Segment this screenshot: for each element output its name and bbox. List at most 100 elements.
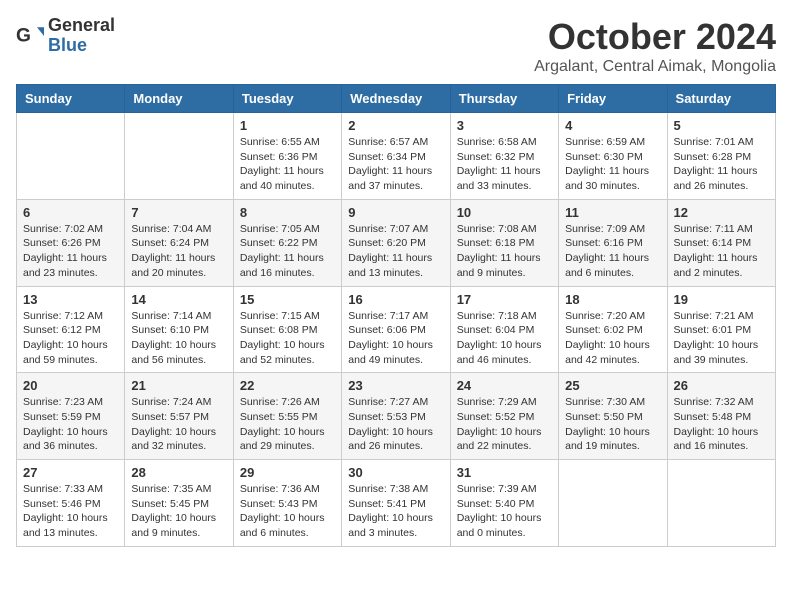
calendar-cell: 4 Sunrise: 6:59 AMSunset: 6:30 PMDaylight…	[559, 113, 667, 200]
day-info: Sunrise: 7:18 AMSunset: 6:04 PMDaylight:…	[457, 309, 552, 368]
day-number: 22	[240, 378, 335, 393]
day-info: Sunrise: 7:08 AMSunset: 6:18 PMDaylight:…	[457, 222, 552, 281]
day-number: 12	[674, 205, 769, 220]
logo: G General Blue	[16, 16, 115, 56]
day-number: 5	[674, 118, 769, 133]
calendar-cell	[17, 113, 125, 200]
calendar-cell: 16 Sunrise: 7:17 AMSunset: 6:06 PMDayligh…	[342, 286, 450, 373]
day-info: Sunrise: 7:32 AMSunset: 5:48 PMDaylight:…	[674, 395, 769, 454]
day-info: Sunrise: 7:36 AMSunset: 5:43 PMDaylight:…	[240, 482, 335, 541]
calendar-cell: 20Sunrise: 7:23 AMSunset: 5:59 PMDayligh…	[17, 373, 125, 460]
day-number: 16	[348, 292, 443, 307]
calendar-body: 1Sunrise: 6:55 AMSunset: 6:36 PMDaylight…	[17, 113, 776, 547]
calendar-week-3: 13 Sunrise: 7:12 AMSunset: 6:12 PMDayligh…	[17, 286, 776, 373]
day-info: Sunrise: 7:02 AMSunset: 6:26 PMDaylight:…	[23, 222, 118, 281]
day-header-monday: Monday	[125, 85, 233, 113]
calendar-cell	[559, 460, 667, 547]
calendar-table: SundayMondayTuesdayWednesdayThursdayFrid…	[16, 84, 776, 547]
day-info: Sunrise: 7:17 AMSunset: 6:06 PMDaylight:…	[348, 309, 443, 368]
calendar-cell: 21 Sunrise: 7:24 AMSunset: 5:57 PMDayligh…	[125, 373, 233, 460]
calendar-cell: 6 Sunrise: 7:02 AMSunset: 6:26 PMDaylight…	[17, 199, 125, 286]
day-header-sunday: Sunday	[17, 85, 125, 113]
day-header-wednesday: Wednesday	[342, 85, 450, 113]
day-info: Sunrise: 6:57 AMSunset: 6:34 PMDaylight:…	[348, 135, 443, 194]
logo-general-text: General	[48, 16, 115, 36]
calendar-cell: 15Sunrise: 7:15 AMSunset: 6:08 PMDayligh…	[233, 286, 341, 373]
day-info: Sunrise: 7:23 AMSunset: 5:59 PMDaylight:…	[23, 395, 118, 454]
calendar-week-2: 6 Sunrise: 7:02 AMSunset: 6:26 PMDaylight…	[17, 199, 776, 286]
day-info: Sunrise: 7:11 AMSunset: 6:14 PMDaylight:…	[674, 222, 769, 281]
logo-text: General Blue	[48, 16, 115, 56]
day-header-friday: Friday	[559, 85, 667, 113]
calendar-cell: 25Sunrise: 7:30 AMSunset: 5:50 PMDayligh…	[559, 373, 667, 460]
calendar-cell: 13 Sunrise: 7:12 AMSunset: 6:12 PMDayligh…	[17, 286, 125, 373]
day-info: Sunrise: 7:21 AMSunset: 6:01 PMDaylight:…	[674, 309, 769, 368]
day-number: 19	[674, 292, 769, 307]
page-header: G General Blue October 2024 Argalant, Ce…	[16, 16, 776, 76]
day-info: Sunrise: 7:07 AMSunset: 6:20 PMDaylight:…	[348, 222, 443, 281]
calendar-cell	[667, 460, 775, 547]
calendar-cell: 10 Sunrise: 7:08 AMSunset: 6:18 PMDayligh…	[450, 199, 558, 286]
day-number: 1	[240, 118, 335, 133]
day-number: 18	[565, 292, 660, 307]
day-number: 9	[348, 205, 443, 220]
calendar-cell: 17Sunrise: 7:18 AMSunset: 6:04 PMDayligh…	[450, 286, 558, 373]
day-number: 13	[23, 292, 118, 307]
day-number: 27	[23, 465, 118, 480]
calendar-cell: 27 Sunrise: 7:33 AMSunset: 5:46 PMDayligh…	[17, 460, 125, 547]
calendar-cell: 28 Sunrise: 7:35 AMSunset: 5:45 PMDayligh…	[125, 460, 233, 547]
day-info: Sunrise: 7:33 AMSunset: 5:46 PMDaylight:…	[23, 482, 118, 541]
svg-text:G: G	[16, 25, 31, 46]
title-area: October 2024 Argalant, Central Aimak, Mo…	[534, 16, 776, 76]
day-info: Sunrise: 7:38 AMSunset: 5:41 PMDaylight:…	[348, 482, 443, 541]
calendar-cell: 29Sunrise: 7:36 AMSunset: 5:43 PMDayligh…	[233, 460, 341, 547]
calendar-cell: 14Sunrise: 7:14 AMSunset: 6:10 PMDayligh…	[125, 286, 233, 373]
day-number: 6	[23, 205, 118, 220]
day-info: Sunrise: 7:30 AMSunset: 5:50 PMDaylight:…	[565, 395, 660, 454]
calendar-cell: 5Sunrise: 7:01 AMSunset: 6:28 PMDaylight…	[667, 113, 775, 200]
day-info: Sunrise: 6:59 AMSunset: 6:30 PMDaylight:…	[565, 135, 660, 194]
day-info: Sunrise: 7:24 AMSunset: 5:57 PMDaylight:…	[131, 395, 226, 454]
calendar-cell: 24 Sunrise: 7:29 AMSunset: 5:52 PMDayligh…	[450, 373, 558, 460]
day-number: 24	[457, 378, 552, 393]
calendar-cell: 11Sunrise: 7:09 AMSunset: 6:16 PMDayligh…	[559, 199, 667, 286]
day-number: 3	[457, 118, 552, 133]
day-number: 28	[131, 465, 226, 480]
day-number: 21	[131, 378, 226, 393]
day-number: 7	[131, 205, 226, 220]
calendar-cell: 30 Sunrise: 7:38 AMSunset: 5:41 PMDayligh…	[342, 460, 450, 547]
calendar-week-5: 27 Sunrise: 7:33 AMSunset: 5:46 PMDayligh…	[17, 460, 776, 547]
day-number: 23	[348, 378, 443, 393]
day-info: Sunrise: 7:35 AMSunset: 5:45 PMDaylight:…	[131, 482, 226, 541]
calendar-cell: 12 Sunrise: 7:11 AMSunset: 6:14 PMDayligh…	[667, 199, 775, 286]
day-number: 8	[240, 205, 335, 220]
location-text: Argalant, Central Aimak, Mongolia	[534, 58, 776, 76]
calendar-week-4: 20Sunrise: 7:23 AMSunset: 5:59 PMDayligh…	[17, 373, 776, 460]
calendar-cell: 23Sunrise: 7:27 AMSunset: 5:53 PMDayligh…	[342, 373, 450, 460]
calendar-cell: 19 Sunrise: 7:21 AMSunset: 6:01 PMDayligh…	[667, 286, 775, 373]
calendar-cell: 31Sunrise: 7:39 AMSunset: 5:40 PMDayligh…	[450, 460, 558, 547]
day-info: Sunrise: 7:29 AMSunset: 5:52 PMDaylight:…	[457, 395, 552, 454]
calendar-cell: 1Sunrise: 6:55 AMSunset: 6:36 PMDaylight…	[233, 113, 341, 200]
day-info: Sunrise: 6:58 AMSunset: 6:32 PMDaylight:…	[457, 135, 552, 194]
day-number: 10	[457, 205, 552, 220]
day-number: 26	[674, 378, 769, 393]
day-number: 30	[348, 465, 443, 480]
day-info: Sunrise: 7:12 AMSunset: 6:12 PMDaylight:…	[23, 309, 118, 368]
day-number: 4	[565, 118, 660, 133]
day-header-saturday: Saturday	[667, 85, 775, 113]
day-info: Sunrise: 7:04 AMSunset: 6:24 PMDaylight:…	[131, 222, 226, 281]
day-info: Sunrise: 7:15 AMSunset: 6:08 PMDaylight:…	[240, 309, 335, 368]
calendar-header-row: SundayMondayTuesdayWednesdayThursdayFrid…	[17, 85, 776, 113]
calendar-cell: 18Sunrise: 7:20 AMSunset: 6:02 PMDayligh…	[559, 286, 667, 373]
calendar-cell: 7 Sunrise: 7:04 AMSunset: 6:24 PMDaylight…	[125, 199, 233, 286]
calendar-cell: 9 Sunrise: 7:07 AMSunset: 6:20 PMDaylight…	[342, 199, 450, 286]
day-info: Sunrise: 7:05 AMSunset: 6:22 PMDaylight:…	[240, 222, 335, 281]
day-header-tuesday: Tuesday	[233, 85, 341, 113]
calendar-cell: 2Sunrise: 6:57 AMSunset: 6:34 PMDaylight…	[342, 113, 450, 200]
day-number: 14	[131, 292, 226, 307]
day-info: Sunrise: 7:09 AMSunset: 6:16 PMDaylight:…	[565, 222, 660, 281]
calendar-cell	[125, 113, 233, 200]
calendar-cell: 22Sunrise: 7:26 AMSunset: 5:55 PMDayligh…	[233, 373, 341, 460]
month-title: October 2024	[534, 16, 776, 58]
